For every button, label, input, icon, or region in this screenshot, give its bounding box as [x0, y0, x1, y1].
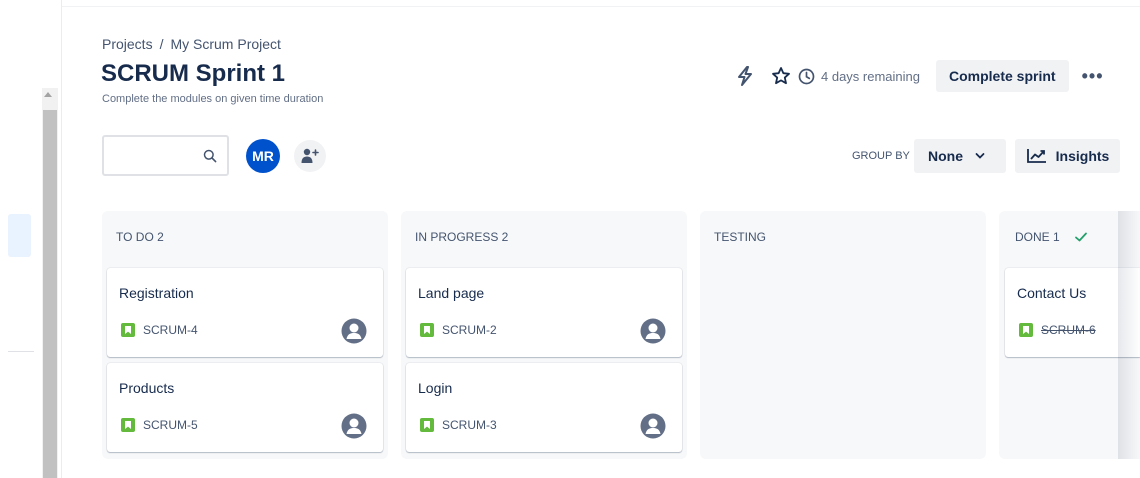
sprint-goal: Complete the modules on given time durat… — [102, 93, 324, 105]
issue-card[interactable]: Registration SCRUM-4 — [107, 268, 383, 357]
card-key: SCRUM-4 — [121, 323, 198, 337]
unassigned-user-icon[interactable] — [341, 413, 367, 439]
automation-button[interactable] — [730, 61, 760, 91]
card-title: Registration — [119, 285, 194, 301]
search-input[interactable] — [112, 137, 202, 174]
card-key: SCRUM-2 — [420, 323, 497, 337]
issue-key[interactable]: SCRUM-3 — [442, 418, 497, 432]
story-icon — [420, 323, 434, 337]
column-in-progress: IN PROGRESS 2 Land page SCRUM-2 Login SC… — [401, 211, 687, 459]
column-header: TESTING — [714, 230, 766, 244]
card-key: SCRUM-6 — [1019, 323, 1096, 337]
column-todo: TO DO 2 Registration SCRUM-4 Products SC… — [102, 211, 388, 459]
card-title: Login — [418, 380, 453, 396]
group-by-label: GROUP BY — [852, 150, 910, 162]
issue-card[interactable]: Land page SCRUM-2 — [406, 268, 682, 357]
issue-card[interactable]: Login SCRUM-3 — [406, 363, 682, 452]
column-title: TESTING — [714, 230, 767, 244]
card-key: SCRUM-5 — [121, 418, 198, 432]
lightning-bolt-icon — [738, 66, 752, 86]
checkmark-icon — [1074, 232, 1087, 242]
complete-sprint-button[interactable]: Complete sprint — [936, 60, 1069, 92]
avatar[interactable]: MR — [246, 139, 280, 173]
story-icon — [420, 418, 434, 432]
add-person-icon — [301, 148, 319, 163]
chevron-down-icon — [975, 153, 985, 159]
breadcrumb: Projects / My Scrum Project — [102, 36, 281, 52]
page-title: SCRUM Sprint 1 — [101, 60, 286, 87]
insights-label: Insights — [1055, 148, 1110, 164]
column-header: IN PROGRESS 2 — [415, 230, 508, 244]
unassigned-user-icon[interactable] — [640, 318, 666, 344]
issue-card[interactable]: Products SCRUM-5 — [107, 363, 383, 452]
star-button[interactable] — [766, 61, 796, 91]
star-icon — [772, 67, 790, 85]
breadcrumb-separator: / — [159, 36, 164, 52]
unassigned-user-icon[interactable] — [341, 318, 367, 344]
column-title: TO DO 2 — [116, 230, 164, 244]
insights-chart-icon — [1026, 149, 1046, 163]
clock-icon — [798, 68, 815, 84]
column-title: IN PROGRESS 2 — [415, 230, 509, 244]
card-title: Contact Us — [1017, 285, 1087, 301]
add-people-button[interactable] — [294, 140, 326, 172]
scrollbar-thumb[interactable] — [43, 110, 57, 478]
unassigned-user-icon[interactable] — [640, 413, 666, 439]
card-key: SCRUM-3 — [420, 418, 497, 432]
issue-key[interactable]: SCRUM-4 — [143, 323, 198, 337]
scrollbar-up-arrow-icon[interactable] — [44, 92, 52, 97]
breadcrumb-project-link[interactable]: My Scrum Project — [170, 36, 280, 52]
sidebar-selected-item[interactable] — [8, 214, 31, 257]
story-icon — [121, 418, 135, 432]
card-title: Products — [119, 380, 175, 396]
remaining-text: 4 days remaining — [821, 68, 920, 84]
group-by-select[interactable]: None — [914, 139, 1006, 173]
board-scroll-shadow — [1118, 211, 1140, 459]
column-header: TO DO 2 — [116, 230, 164, 244]
more-actions-button[interactable]: ••• — [1077, 60, 1109, 92]
issue-key[interactable]: SCRUM-5 — [143, 418, 198, 432]
column-testing: TESTING — [700, 211, 986, 459]
sidebar-border — [61, 0, 62, 478]
story-icon — [121, 323, 135, 337]
issue-key[interactable]: SCRUM-2 — [442, 323, 497, 337]
search-icon — [203, 149, 217, 163]
board-search[interactable] — [102, 135, 229, 176]
story-icon — [1019, 323, 1033, 337]
top-divider — [62, 6, 1140, 7]
sidebar-divider — [8, 351, 34, 352]
header-actions: 4 days remaining Complete sprint ••• — [730, 60, 1109, 92]
column-title: DONE 1 — [1015, 230, 1060, 244]
insights-button[interactable]: Insights — [1015, 139, 1120, 173]
issue-key[interactable]: SCRUM-6 — [1041, 323, 1096, 337]
group-by-value: None — [928, 148, 963, 164]
card-title: Land page — [418, 285, 485, 301]
sprint-remaining: 4 days remaining — [798, 68, 920, 85]
breadcrumb-projects-link[interactable]: Projects — [102, 36, 153, 52]
column-header: DONE 1 — [1015, 230, 1088, 244]
